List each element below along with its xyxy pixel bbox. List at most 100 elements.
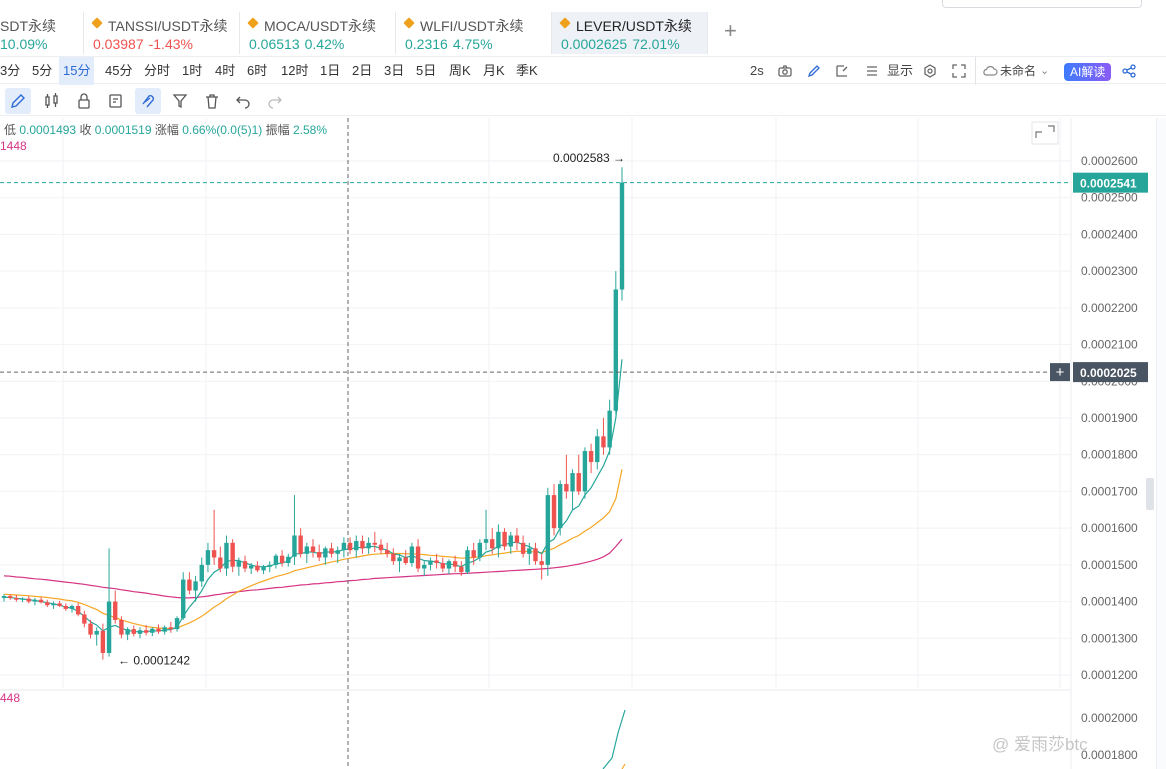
symbol-change: 10.09% (0, 36, 48, 52)
fullscreen-icon[interactable] (951, 57, 967, 85)
candle-body (452, 561, 458, 567)
candle-body (261, 566, 266, 571)
candle-body (292, 535, 297, 557)
candle-body (422, 564, 427, 569)
layout-name[interactable]: 未命名 (1000, 57, 1036, 85)
interval-9[interactable]: 1日 (320, 57, 340, 85)
candle-body (582, 451, 588, 492)
interval-1[interactable]: 5分 (32, 57, 52, 85)
candle-body (613, 289, 619, 411)
gear-icon[interactable] (922, 57, 938, 85)
candle-body (372, 542, 377, 545)
ai-analysis-button[interactable]: AI解读 (1064, 63, 1112, 81)
candle-body (564, 484, 569, 492)
interval-5[interactable]: 1时 (182, 57, 202, 85)
refresh-interval[interactable]: 2s (750, 57, 764, 85)
expand-chart-icon[interactable] (1035, 125, 1055, 138)
trash-icon[interactable] (199, 88, 225, 114)
candle-body (218, 557, 223, 569)
interval-3[interactable]: 45分 (105, 57, 132, 85)
y-tick-label: 0.0002500 (1081, 191, 1138, 205)
interval-12[interactable]: 5日 (416, 57, 436, 85)
interval-0[interactable]: 3分 (0, 57, 20, 85)
symbol-tab-3[interactable]: WLFI/USDT永续 0.2316 4.75% (396, 12, 552, 54)
symbol-tab-4[interactable]: LEVER/USDT永续 0.0002625 72.01% (552, 12, 708, 54)
ma-fast-line (3, 359, 623, 633)
candle-body (211, 550, 217, 558)
price-chart[interactable]: 0.0002600 0.0002500 0.0002400 0.0002300 0.00… (0, 118, 1166, 769)
candle-body (174, 618, 180, 630)
interval-7[interactable]: 6时 (247, 57, 267, 85)
draw-pencil-icon[interactable] (5, 88, 31, 114)
candle-body (106, 601, 112, 653)
candle-body (137, 630, 143, 634)
candle-body (329, 548, 334, 554)
undo-icon[interactable] (230, 88, 256, 114)
binance-diamond-icon (403, 17, 415, 29)
candle-body (533, 548, 538, 562)
candlestick-icon[interactable] (39, 88, 65, 114)
camera-icon[interactable] (777, 57, 793, 85)
symbol-price: 0.06513 (249, 36, 300, 52)
candle-body (477, 542, 483, 558)
lock-icon[interactable] (71, 88, 97, 114)
candle-body (576, 473, 581, 492)
candle-body (502, 531, 507, 547)
add-tab-button[interactable]: + (724, 20, 737, 42)
candle-body (100, 630, 106, 653)
filter-icon[interactable] (167, 88, 193, 114)
candle-body (347, 542, 353, 551)
candle-body (63, 605, 68, 609)
symbol-change: 72.01% (632, 36, 680, 52)
indicator-icon[interactable] (834, 57, 850, 85)
display-button[interactable]: 显示 (887, 57, 913, 85)
symbol-name: MOCA/USDT永续 (264, 18, 376, 34)
candle-body (551, 495, 557, 529)
close-label: 收 (79, 123, 92, 137)
candle-body (520, 542, 526, 554)
crosshair-plus-icon: + (1056, 364, 1065, 381)
amplitude-value: 2.58% (292, 123, 328, 137)
settings-list-icon[interactable] (864, 57, 880, 85)
binance-diamond-icon (91, 17, 103, 29)
draw-pen-icon[interactable] (806, 57, 822, 85)
edit-note-icon[interactable] (103, 88, 129, 114)
symbol-quote: 0.2316 4.75% (405, 36, 493, 52)
symbol-tabs: SDT永续 10.09% TANSSI/USDT永续 0.03987 -1.43% MOC… (0, 12, 1166, 54)
candle-body (267, 564, 272, 567)
share-icon[interactable] (1121, 57, 1137, 85)
interval-10[interactable]: 2日 (352, 57, 372, 85)
y-tick-label: 0.0001600 (1081, 521, 1138, 535)
sub-y-tick-label: 0.0001800 (1081, 748, 1138, 762)
symbol-tab-0[interactable]: SDT永续 10.09% (0, 12, 84, 54)
magnet-icon[interactable] (135, 88, 161, 114)
y-tick-label: 0.0001900 (1081, 411, 1138, 425)
interval-11[interactable]: 3日 (384, 57, 404, 85)
drawing-toolbar (0, 86, 1166, 116)
top-search-box[interactable] (942, 0, 1142, 8)
interval-14[interactable]: 月K (483, 57, 505, 85)
symbol-tab-1[interactable]: TANSSI/USDT永续 0.03987 -1.43% (84, 12, 240, 54)
candle-body (471, 550, 476, 558)
candle-body (242, 561, 248, 569)
candle-body (607, 410, 612, 448)
interval-13[interactable]: 周K (449, 57, 471, 85)
candle-body (545, 495, 551, 565)
symbol-tab-2[interactable]: MOCA/USDT永续 0.06513 0.42% (240, 12, 396, 54)
sub-indicator-line (602, 709, 626, 769)
interval-4[interactable]: 分时 (144, 57, 170, 85)
candle-body (483, 539, 489, 543)
interval-15[interactable]: 季K (516, 57, 538, 85)
candle-body (224, 542, 229, 569)
chevron-down-icon[interactable]: ⌄ (1040, 57, 1049, 85)
symbol-quote: 0.0002625 72.01% (561, 36, 680, 52)
interval-8[interactable]: 12时 (281, 57, 308, 85)
candle-body (366, 542, 371, 549)
interval-6[interactable]: 4时 (215, 57, 235, 85)
panel-collapse-handle[interactable] (1146, 478, 1154, 510)
redo-icon[interactable] (262, 88, 288, 114)
candle-body (527, 548, 532, 554)
candle-body (32, 599, 38, 602)
interval-2[interactable]: 15分 (59, 57, 95, 85)
candle-body (440, 563, 445, 569)
